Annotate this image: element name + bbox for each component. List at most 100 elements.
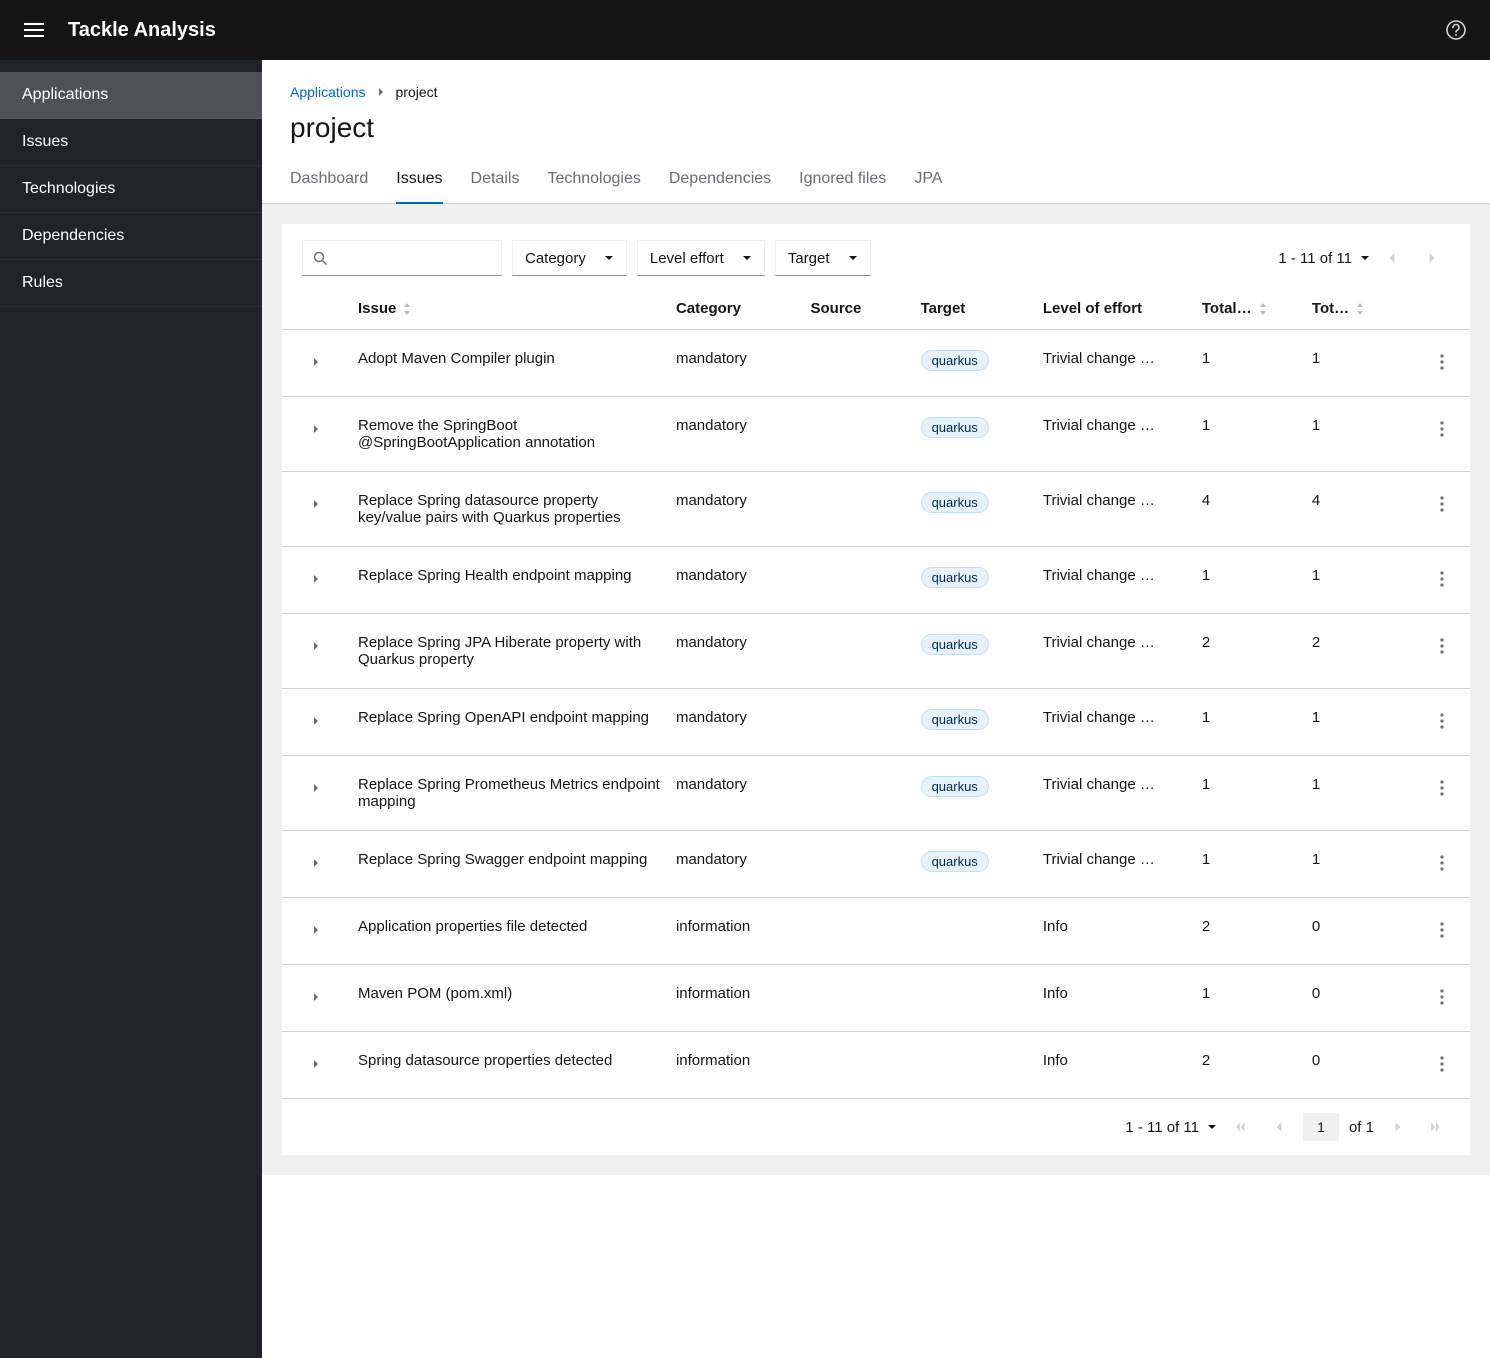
pagination-prev[interactable] — [1265, 1113, 1293, 1141]
breadcrumb-root-link[interactable]: Applications — [290, 84, 366, 100]
row-actions-button[interactable] — [1428, 1050, 1456, 1078]
cell-total2: 0 — [1304, 965, 1414, 1022]
cell-target: quarkus — [913, 831, 1035, 892]
col-target[interactable]: Target — [913, 288, 1035, 329]
tab-details[interactable]: Details — [471, 160, 520, 204]
pagination-range-bottom[interactable]: 1 - 11 of 11 — [1125, 1119, 1217, 1136]
level-effort-filter[interactable]: Level effort — [637, 240, 765, 276]
pagination-range-top[interactable]: 1 - 11 of 11 — [1278, 250, 1370, 267]
expand-row-button[interactable] — [302, 415, 330, 443]
cell-source — [803, 472, 913, 512]
row-actions-button[interactable] — [1428, 490, 1456, 518]
expand-row-button[interactable] — [302, 1050, 330, 1078]
cell-total2: 1 — [1304, 547, 1414, 604]
expand-row-button[interactable] — [302, 849, 330, 877]
row-actions-button[interactable] — [1428, 707, 1456, 735]
cell-total1: 1 — [1194, 330, 1304, 387]
pagination-next[interactable] — [1384, 1113, 1412, 1141]
col-level[interactable]: Level of effort — [1035, 288, 1194, 329]
cell-total1: 1 — [1194, 965, 1304, 1022]
tab-dashboard[interactable]: Dashboard — [290, 160, 368, 204]
topbar-left: Tackle Analysis — [24, 19, 216, 42]
pagination-page-input[interactable] — [1303, 1113, 1339, 1141]
cell-level: Trivial change … — [1035, 614, 1194, 671]
expand-row-button[interactable] — [302, 983, 330, 1011]
sidebar-item-issues[interactable]: Issues — [0, 119, 262, 166]
expand-row-button[interactable] — [302, 348, 330, 376]
pagination-last[interactable] — [1422, 1113, 1450, 1141]
target-chip: quarkus — [921, 350, 989, 371]
category-filter-label: Category — [525, 250, 586, 267]
cell-total2: 1 — [1304, 330, 1414, 387]
target-filter-label: Target — [788, 250, 830, 267]
target-chip: quarkus — [921, 709, 989, 730]
cell-level: Trivial change … — [1035, 756, 1194, 813]
search-input[interactable] — [302, 240, 502, 276]
cell-issue: Remove the SpringBoot @SpringBootApplica… — [350, 397, 668, 471]
col-total2[interactable]: Tot… — [1304, 288, 1414, 329]
expand-row-button[interactable] — [302, 707, 330, 735]
cell-target: quarkus — [913, 397, 1035, 458]
cell-issue: Replace Spring Swagger endpoint mapping — [350, 831, 668, 888]
pagination-prev-top[interactable] — [1374, 240, 1410, 276]
expand-row-button[interactable] — [302, 774, 330, 802]
table-body: Adopt Maven Compiler pluginmandatoryquar… — [282, 330, 1470, 1099]
row-actions-button[interactable] — [1428, 983, 1456, 1011]
tab-jpa[interactable]: JPA — [914, 160, 942, 204]
col-category[interactable]: Category — [668, 288, 803, 329]
sort-icon — [1258, 303, 1268, 315]
sidebar-nav: ApplicationsIssuesTechnologiesDependenci… — [0, 60, 262, 1358]
col-total1[interactable]: Total… — [1194, 288, 1304, 329]
sidebar-item-rules[interactable]: Rules — [0, 260, 262, 307]
target-chip: quarkus — [921, 492, 989, 513]
pagination-range-text: 1 - 11 of 11 — [1125, 1119, 1199, 1136]
row-actions-button[interactable] — [1428, 632, 1456, 660]
target-filter[interactable]: Target — [775, 240, 871, 276]
cell-category: mandatory — [668, 831, 803, 888]
category-filter[interactable]: Category — [512, 240, 627, 276]
col-issue[interactable]: Issue — [350, 288, 668, 329]
cell-issue: Replace Spring OpenAPI endpoint mapping — [350, 689, 668, 746]
cell-source — [803, 756, 913, 796]
table-toolbar: Category Level effort Target — [282, 224, 1470, 288]
issues-card: Category Level effort Target — [282, 224, 1470, 1155]
level-effort-filter-label: Level effort — [650, 250, 724, 267]
tab-issues[interactable]: Issues — [396, 160, 442, 204]
expand-row-button[interactable] — [302, 916, 330, 944]
pagination-next-top[interactable] — [1414, 240, 1450, 276]
help-icon[interactable] — [1446, 20, 1466, 40]
cell-issue: Replace Spring Prometheus Metrics endpoi… — [350, 756, 668, 830]
chevron-right-icon — [376, 87, 386, 97]
col-level-label: Level of effort — [1043, 300, 1142, 317]
expand-row-button[interactable] — [302, 490, 330, 518]
cell-level: Trivial change … — [1035, 831, 1194, 888]
cell-category: mandatory — [668, 330, 803, 387]
col-total2-label: Tot… — [1312, 300, 1349, 317]
cell-source — [803, 614, 913, 654]
row-actions-button[interactable] — [1428, 774, 1456, 802]
row-actions-button[interactable] — [1428, 415, 1456, 443]
expand-row-button[interactable] — [302, 632, 330, 660]
cell-total1: 2 — [1194, 898, 1304, 955]
tab-technologies[interactable]: Technologies — [547, 160, 640, 204]
cell-target: quarkus — [913, 472, 1035, 533]
cell-target — [913, 965, 1035, 1005]
sidebar-item-technologies[interactable]: Technologies — [0, 166, 262, 213]
row-actions-button[interactable] — [1428, 348, 1456, 376]
tab-ignored-files[interactable]: Ignored files — [799, 160, 886, 204]
cell-level: Trivial change … — [1035, 547, 1194, 604]
col-source[interactable]: Source — [803, 288, 913, 329]
pagination-first[interactable] — [1227, 1113, 1255, 1141]
sidebar-item-dependencies[interactable]: Dependencies — [0, 213, 262, 260]
row-actions-button[interactable] — [1428, 916, 1456, 944]
cell-level: Trivial change … — [1035, 689, 1194, 746]
row-actions-button[interactable] — [1428, 565, 1456, 593]
expand-row-button[interactable] — [302, 565, 330, 593]
row-actions-button[interactable] — [1428, 849, 1456, 877]
pagination-range-text: 1 - 11 of 11 — [1278, 250, 1352, 267]
tab-dependencies[interactable]: Dependencies — [669, 160, 771, 204]
table-row: Application properties file detectedinfo… — [282, 898, 1470, 965]
cell-total1: 1 — [1194, 547, 1304, 604]
hamburger-menu-button[interactable] — [24, 23, 44, 37]
sidebar-item-applications[interactable]: Applications — [0, 72, 262, 119]
